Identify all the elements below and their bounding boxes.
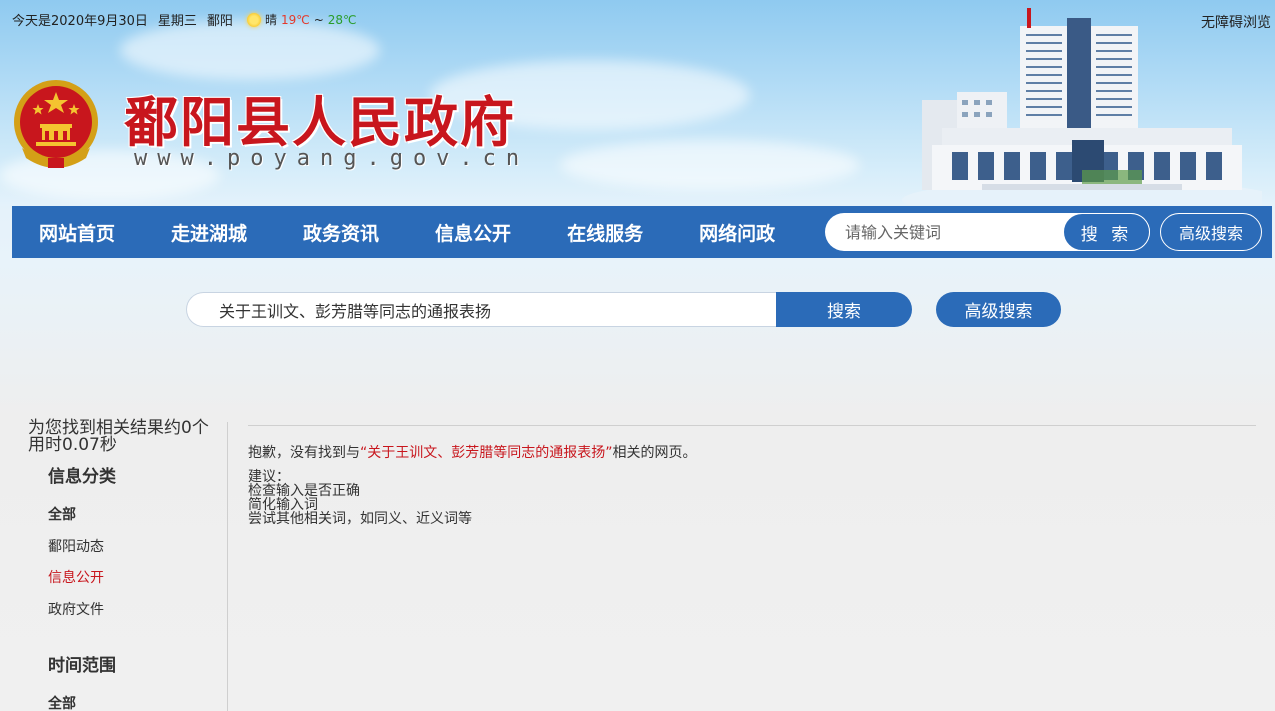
cloud-decoration <box>120 20 380 80</box>
no-result-prefix: 抱歉，没有找到与 <box>248 445 360 461</box>
site-url: www.poyang.gov.cn <box>134 146 530 171</box>
category-all[interactable]: 全部 <box>48 504 76 524</box>
weekday-text: 星期三 <box>157 14 197 29</box>
weather-text: 晴 <box>264 13 277 27</box>
category-gov-documents[interactable]: 政府文件 <box>48 599 104 619</box>
category-disclosure[interactable]: 信息公开 <box>48 567 104 587</box>
cloud-decoration <box>560 140 860 190</box>
temp-low: 19℃ <box>280 12 310 27</box>
suggestion-item: 简化输入词 <box>248 497 318 513</box>
suggestion-item: 尝试其他相关词，如同义、近义词等 <box>248 511 472 527</box>
nav-search-box: 搜 索 <box>825 213 1150 251</box>
main-search-button[interactable]: 搜索 <box>776 292 912 327</box>
suggestion-title: 建议： <box>248 469 290 485</box>
no-result-message: 抱歉，没有找到与“关于王训文、彭芳腊等同志的通报表扬”相关的网页。 <box>248 442 697 462</box>
date-text: 今天是2020年9月30日 <box>12 14 148 29</box>
nav-item-inquiry[interactable]: 网络问政 <box>699 219 775 246</box>
suggestion-item: 检查输入是否正确 <box>248 483 360 499</box>
time-range-all[interactable]: 全部 <box>48 693 76 711</box>
main-nav: 网站首页 走进湖城 政务资讯 信息公开 在线服务 网络问政 搜 索 高级搜索 <box>12 206 1272 258</box>
main-advanced-search-button[interactable]: 高级搜索 <box>936 292 1061 327</box>
nav-item-news[interactable]: 政务资讯 <box>303 219 379 246</box>
no-result-keyword: “关于王训文、彭芳腊等同志的通报表扬” <box>360 445 613 461</box>
time-range-heading: 时间范围 <box>48 656 116 676</box>
result-time-text: 用时0.07秒 <box>28 435 117 455</box>
site-header: 今天是2020年9月30日 星期三 鄱阳 晴 19℃ ~ 28℃ 无障碍浏览 鄱… <box>0 0 1275 206</box>
nav-item-about[interactable]: 走进湖城 <box>171 219 247 246</box>
suggestion-block: 建议： 检查输入是否正确 简化输入词 尝试其他相关词，如同义、近义词等 <box>248 470 472 526</box>
nav-advanced-search-button[interactable]: 高级搜索 <box>1160 213 1262 251</box>
nav-item-home[interactable]: 网站首页 <box>39 219 115 246</box>
city-text: 鄱阳 <box>206 14 233 29</box>
main-search-box: 搜索 <box>186 292 912 327</box>
sun-icon <box>246 12 261 27</box>
national-emblem-icon <box>14 80 98 168</box>
nav-search-input[interactable] <box>845 221 1055 243</box>
no-result-suffix: 相关的网页。 <box>612 445 697 461</box>
government-building-illustration <box>902 8 1262 206</box>
weather-widget: 晴 19℃ ~ 28℃ <box>243 11 357 28</box>
nav-item-services[interactable]: 在线服务 <box>567 219 643 246</box>
nav-search-button[interactable]: 搜 索 <box>1063 213 1150 251</box>
temp-separator: ~ <box>313 12 324 27</box>
main-search-input[interactable] <box>186 292 778 327</box>
topbar-info: 今天是2020年9月30日 星期三 鄱阳 晴 19℃ ~ 28℃ <box>12 10 357 29</box>
category-poyang-news[interactable]: 鄱阳动态 <box>48 536 104 556</box>
results-divider <box>248 425 1256 426</box>
nav-item-disclosure[interactable]: 信息公开 <box>435 219 511 246</box>
result-summary: 为您找到相关结果约0个 用时0.07秒 <box>28 420 228 454</box>
category-heading: 信息分类 <box>48 467 116 487</box>
temp-high: 28℃ <box>327 12 357 27</box>
sidebar-divider <box>227 422 228 711</box>
